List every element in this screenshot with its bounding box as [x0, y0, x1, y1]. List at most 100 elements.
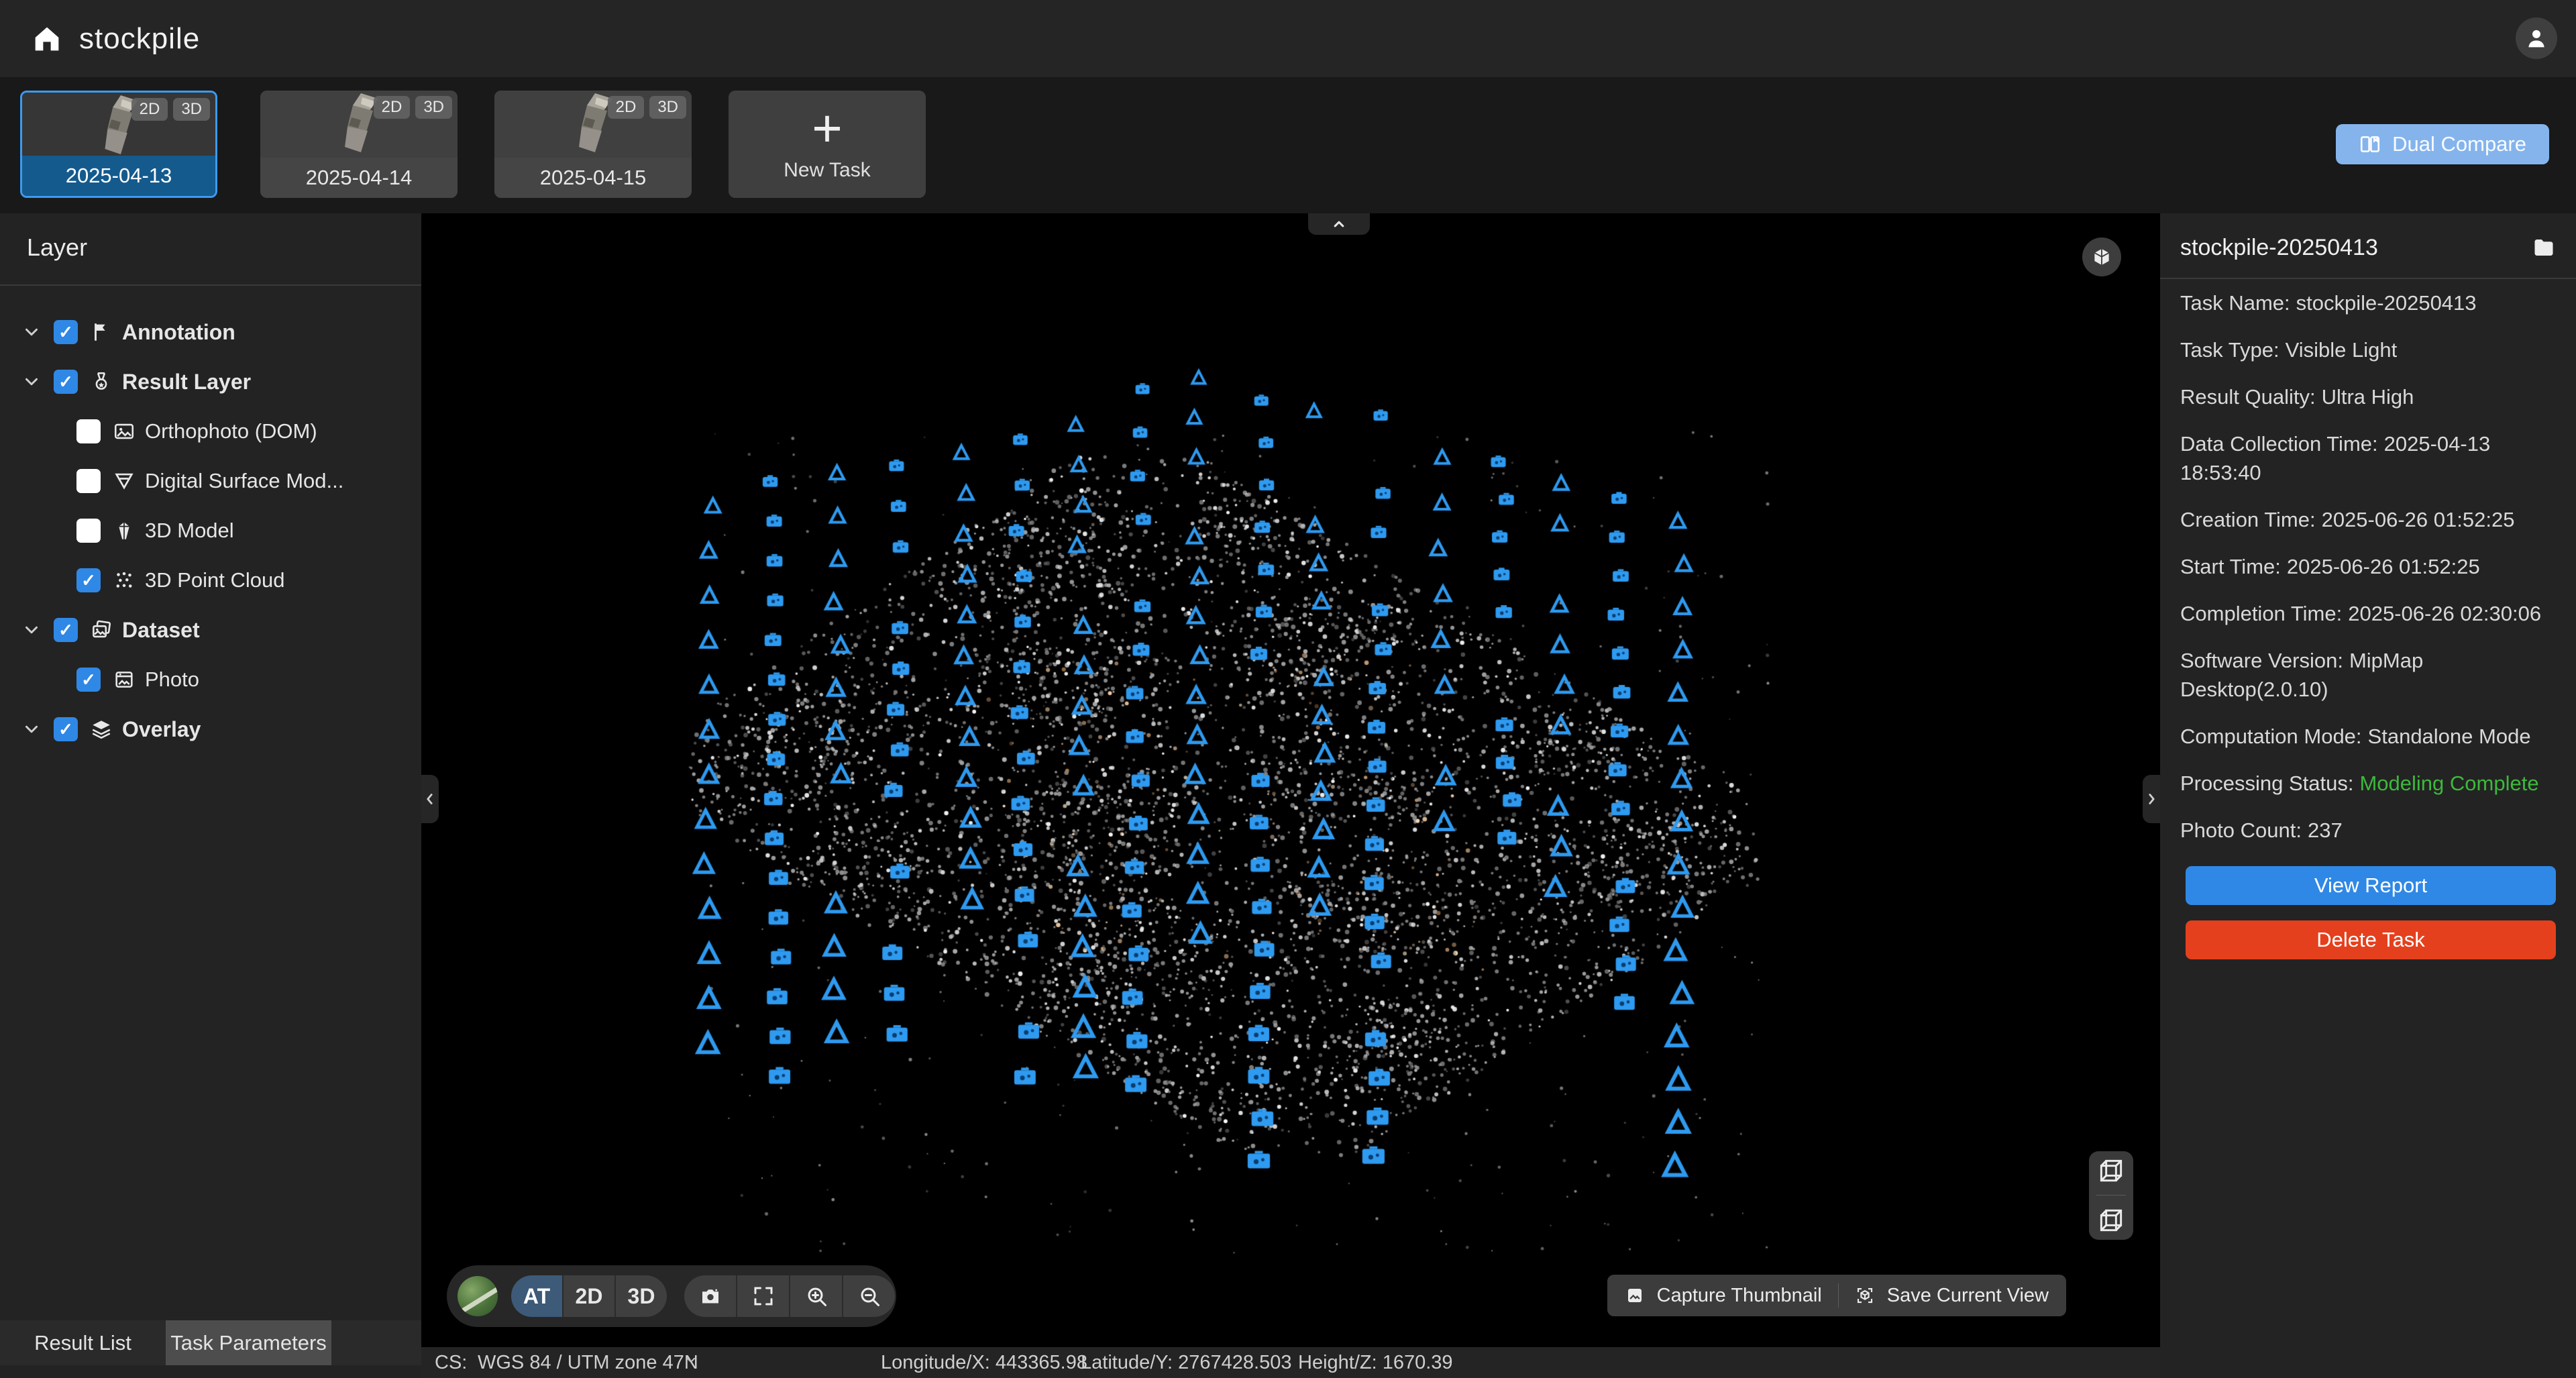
layer-label: 3D Model: [145, 519, 234, 543]
task-card-2025-04-13[interactable]: 2D 3D 2025-04-13: [20, 91, 217, 198]
point-cloud-icon: [113, 569, 136, 592]
mode-2d-button[interactable]: 2D: [564, 1275, 616, 1317]
new-task-button[interactable]: + New Task: [729, 91, 926, 198]
field-completion-time: Completion Time:2025-06-26 02:30:06: [2180, 599, 2559, 628]
chevron-down-icon[interactable]: [21, 322, 42, 342]
chevron-up-icon: [1330, 215, 1348, 233]
capture-thumbnail-button[interactable]: Capture Thumbnail: [1657, 1285, 1822, 1307]
top-bar: stockpile: [0, 0, 2576, 77]
home-icon[interactable]: [30, 21, 64, 56]
badge-3d: 3D: [415, 96, 452, 119]
zoom-in-icon: [804, 1284, 828, 1308]
layer-checkbox[interactable]: [54, 717, 78, 741]
new-task-label: New Task: [784, 159, 871, 182]
layer-checkbox[interactable]: [76, 469, 101, 493]
capture-thumbnail-icon: [1625, 1285, 1645, 1306]
detail-panel-title: stockpile-20250413: [2180, 235, 2378, 261]
photo-icon: [113, 668, 136, 691]
field-software-version: Software Version:MipMap Desktop(2.0.10): [2180, 646, 2559, 704]
layer-sidebar: Layer Annotation Result Layer Orthophoto…: [0, 213, 421, 1378]
task-date-label: 2025-04-15: [494, 158, 692, 198]
task-strip: 2D 3D 2025-04-13 2D 3D 2025-04-14: [0, 77, 2576, 213]
zoom-out-button[interactable]: [843, 1275, 895, 1317]
fit-extent-icon: [751, 1284, 775, 1308]
layer-row-result-layer[interactable]: Result Layer: [0, 357, 421, 407]
task-detail-panel: stockpile-20250413 Task Name:stockpile-2…: [2160, 213, 2576, 1378]
layer-checkbox[interactable]: [76, 419, 101, 443]
user-avatar-icon[interactable]: [2516, 17, 2557, 59]
layer-panel-title: Layer: [27, 233, 87, 262]
field-photo-count: Photo Count:237: [2180, 816, 2559, 845]
app-window: stockpile 2D 3D 2025-04-13: [0, 0, 2576, 1378]
collapse-right-panel-handle[interactable]: [2143, 775, 2160, 823]
layer-checkbox[interactable]: [54, 320, 78, 344]
longitude-readout: Longitude/X: 443365.98: [881, 1352, 1087, 1374]
save-current-view-button[interactable]: Save Current View: [1887, 1285, 2049, 1307]
chevron-down-icon[interactable]: [21, 719, 42, 739]
field-start-time: Start Time:2025-06-26 01:52:25: [2180, 552, 2559, 581]
delete-task-button[interactable]: Delete Task: [2186, 920, 2556, 959]
layer-row-annotation[interactable]: Annotation: [0, 307, 421, 357]
chevron-down-icon[interactable]: [21, 372, 42, 392]
collapse-left-panel-handle[interactable]: [421, 775, 439, 823]
map-viewport[interactable]: AT 2D 3D: [421, 213, 2160, 1347]
field-task-type: Task Type:Visible Light: [2180, 335, 2559, 364]
layer-row-dataset[interactable]: Dataset: [0, 605, 421, 655]
layer-row-3d-model[interactable]: 3D Model: [0, 506, 421, 555]
divider: [2096, 1195, 2126, 1196]
task-date-label: 2025-04-14: [260, 158, 458, 198]
point-cloud-canvas: [421, 213, 2160, 1347]
divider: [1838, 1283, 1839, 1308]
chevron-left-icon: [421, 790, 439, 808]
field-task-name: Task Name:stockpile-20250413: [2180, 288, 2559, 317]
layer-row-overlay[interactable]: Overlay: [0, 704, 421, 754]
layer-row-3d-point-cloud[interactable]: 3D Point Cloud: [0, 555, 421, 605]
layer-row-photo[interactable]: Photo: [0, 655, 421, 704]
minimap-thumbnail[interactable]: [458, 1276, 498, 1316]
save-view-icon: [1855, 1285, 1875, 1306]
chevron-right-icon: [2143, 790, 2160, 808]
cube-icon: [2090, 246, 2113, 268]
layer-checkbox[interactable]: [54, 618, 78, 642]
task-card-2025-04-14[interactable]: 2D 3D 2025-04-14: [260, 91, 458, 198]
model-icon: [113, 519, 136, 542]
layer-checkbox[interactable]: [76, 568, 101, 592]
dataset-icon: [90, 619, 113, 641]
medal-icon: [90, 370, 113, 393]
dual-compare-label: Dual Compare: [2392, 132, 2526, 156]
layer-row-dsm[interactable]: Digital Surface Mod...: [0, 456, 421, 506]
screenshot-button[interactable]: [684, 1275, 737, 1317]
divider: [2160, 278, 2576, 279]
mode-3d-button[interactable]: 3D: [616, 1275, 667, 1317]
collapse-taskbar-handle[interactable]: [1308, 213, 1370, 235]
task-card-2025-04-15[interactable]: 2D 3D 2025-04-15: [494, 91, 692, 198]
latitude-readout: Latitude/Y: 2767428.503: [1081, 1352, 1291, 1374]
zoom-in-button[interactable]: [790, 1275, 843, 1317]
app-title: stockpile: [79, 22, 200, 56]
height-readout: Height/Z: 1670.39: [1298, 1352, 1453, 1374]
badge-2d: 2D: [374, 96, 411, 119]
fit-extent-button[interactable]: [737, 1275, 790, 1317]
layer-checkbox[interactable]: [76, 668, 101, 692]
layer-checkbox[interactable]: [54, 370, 78, 394]
layer-label: Digital Surface Mod...: [145, 469, 343, 493]
tab-task-parameters[interactable]: Task Parameters: [166, 1320, 331, 1365]
mode-at-button[interactable]: AT: [511, 1275, 564, 1317]
dual-compare-button[interactable]: Dual Compare: [2336, 124, 2549, 164]
folder-icon[interactable]: [2532, 235, 2556, 260]
layer-checkbox[interactable]: [76, 519, 101, 543]
badge-3d: 3D: [649, 96, 686, 119]
layer-label: Dataset: [122, 618, 200, 643]
task-fields: Task Name:stockpile-20250413 Task Type:V…: [2180, 288, 2559, 863]
view-cube-button[interactable]: [2082, 237, 2121, 276]
cs-selector[interactable]: WGS 84 / UTM zone 47N: [478, 1352, 698, 1374]
view-report-button[interactable]: View Report: [2186, 866, 2556, 905]
field-creation-time: Creation Time:2025-06-26 01:52:25: [2180, 505, 2559, 534]
wireframe-cube-icon[interactable]: [2096, 1156, 2126, 1185]
chevron-down-icon[interactable]: [21, 620, 42, 640]
tab-result-list[interactable]: Result List: [0, 1320, 166, 1365]
wireframe-cube-icon[interactable]: [2096, 1206, 2126, 1235]
chevron-down-icon[interactable]: [683, 1352, 699, 1368]
layer-row-orthophoto[interactable]: Orthophoto (DOM): [0, 407, 421, 456]
view-mode-switch: AT 2D 3D: [511, 1275, 667, 1317]
